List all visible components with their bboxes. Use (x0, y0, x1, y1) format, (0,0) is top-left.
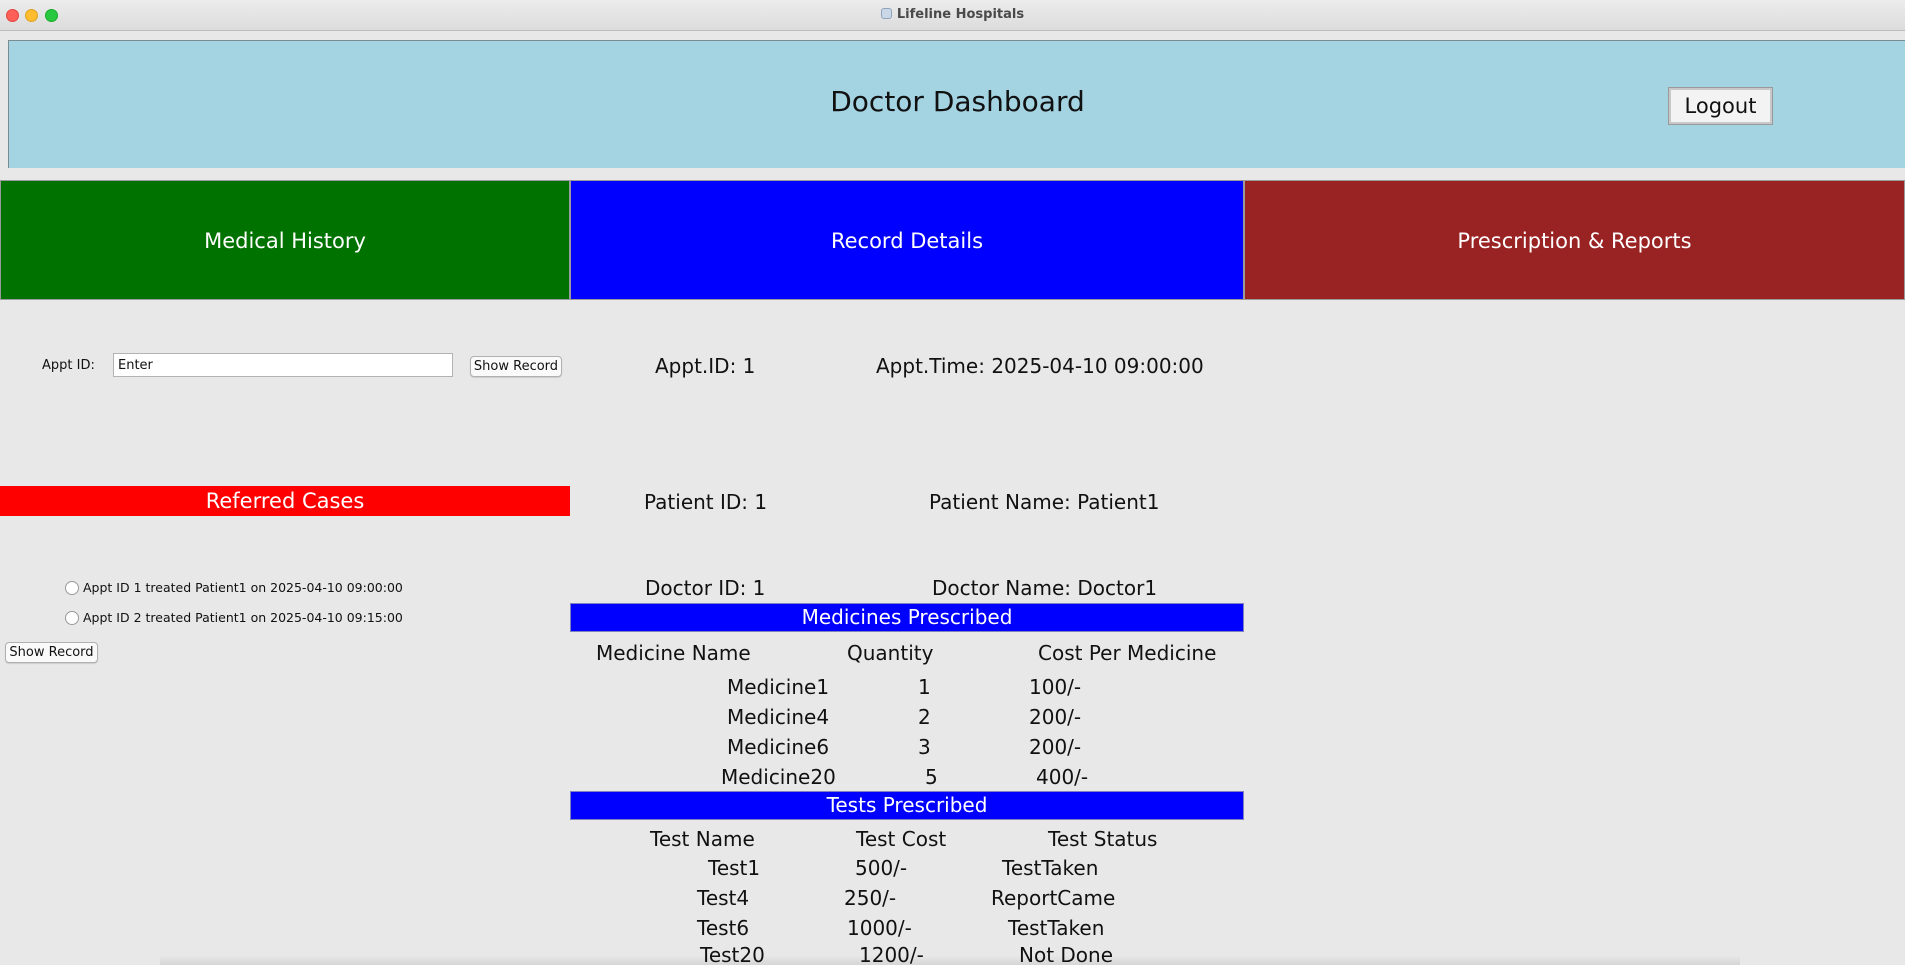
referred-case-item[interactable]: Appt ID 2 treated Patient1 on 2025-04-10… (65, 610, 403, 625)
referred-show-record-button[interactable]: Show Record (5, 642, 98, 663)
window-title-text: Lifeline Hospitals (896, 7, 1025, 22)
medicine-cost-cell: 100/- (1029, 675, 1082, 699)
appt-time-value: Appt.Time: 2025-04-10 09:00:00 (876, 354, 1204, 378)
radio-button[interactable] (65, 581, 79, 595)
medicine-name-header: Medicine Name (596, 641, 751, 665)
tests-section-title: Tests Prescribed (570, 791, 1244, 820)
test-cost-cell: 250/- (844, 886, 897, 910)
test-cost-header: Test Cost (856, 827, 947, 851)
window-titlebar: Lifeline Hospitals (0, 0, 1905, 31)
test-name-cell: Test6 (697, 916, 750, 940)
logout-button[interactable]: Logout (1668, 87, 1773, 125)
appt-id-value: Appt.ID: 1 (655, 354, 756, 378)
quantity-header: Quantity (847, 641, 934, 665)
medicine-name-cell: Medicine20 (721, 765, 836, 789)
patient-name-value: Patient Name: Patient1 (929, 490, 1160, 514)
test-status-cell: ReportCame (991, 886, 1116, 910)
tab-medical-history[interactable]: Medical History (0, 180, 570, 300)
medicine-name-cell: Medicine1 (727, 675, 830, 699)
radio-button[interactable] (65, 611, 79, 625)
window-title: Lifeline Hospitals (0, 7, 1905, 22)
show-record-button[interactable]: Show Record (470, 356, 562, 377)
referred-case-item[interactable]: Appt ID 1 treated Patient1 on 2025-04-10… (65, 580, 403, 595)
test-cost-cell: 1000/- (847, 916, 912, 940)
dashboard-header: Doctor Dashboard Logout (8, 40, 1905, 168)
medicine-quantity-cell: 5 (925, 765, 938, 789)
medicine-cost-cell: 400/- (1036, 765, 1089, 789)
medicine-cost-cell: 200/- (1029, 735, 1082, 759)
doctor-id-value: Doctor ID: 1 (645, 576, 766, 600)
tab-record-details[interactable]: Record Details (570, 180, 1244, 300)
test-name-cell: Test1 (708, 856, 761, 880)
medicine-cost-cell: 200/- (1029, 705, 1082, 729)
referred-case-label: Appt ID 1 treated Patient1 on 2025-04-10… (83, 580, 403, 595)
test-name-cell: Test4 (697, 886, 750, 910)
medicines-section-title: Medicines Prescribed (570, 603, 1244, 632)
cost-per-medicine-header: Cost Per Medicine (1038, 641, 1217, 665)
test-name-header: Test Name (650, 827, 755, 851)
app-icon (880, 8, 892, 19)
test-status-cell: TestTaken (1002, 856, 1099, 880)
patient-id-value: Patient ID: 1 (644, 490, 768, 514)
medicine-quantity-cell: 1 (918, 675, 931, 699)
medicine-quantity-cell: 2 (918, 705, 931, 729)
window-shadow (160, 955, 1740, 965)
appt-id-input[interactable] (113, 353, 453, 377)
tab-prescription-reports[interactable]: Prescription & Reports (1244, 180, 1905, 300)
test-cost-cell: 500/- (855, 856, 908, 880)
referred-cases-banner: Referred Cases (0, 486, 570, 516)
doctor-name-value: Doctor Name: Doctor1 (932, 576, 1158, 600)
page-title: Doctor Dashboard (830, 85, 1085, 118)
test-status-header: Test Status (1048, 827, 1158, 851)
referred-case-label: Appt ID 2 treated Patient1 on 2025-04-10… (83, 610, 403, 625)
medicine-name-cell: Medicine4 (727, 705, 830, 729)
appt-id-label: Appt ID: (42, 358, 95, 373)
medicine-name-cell: Medicine6 (727, 735, 830, 759)
test-status-cell: TestTaken (1008, 916, 1105, 940)
medicine-quantity-cell: 3 (918, 735, 931, 759)
